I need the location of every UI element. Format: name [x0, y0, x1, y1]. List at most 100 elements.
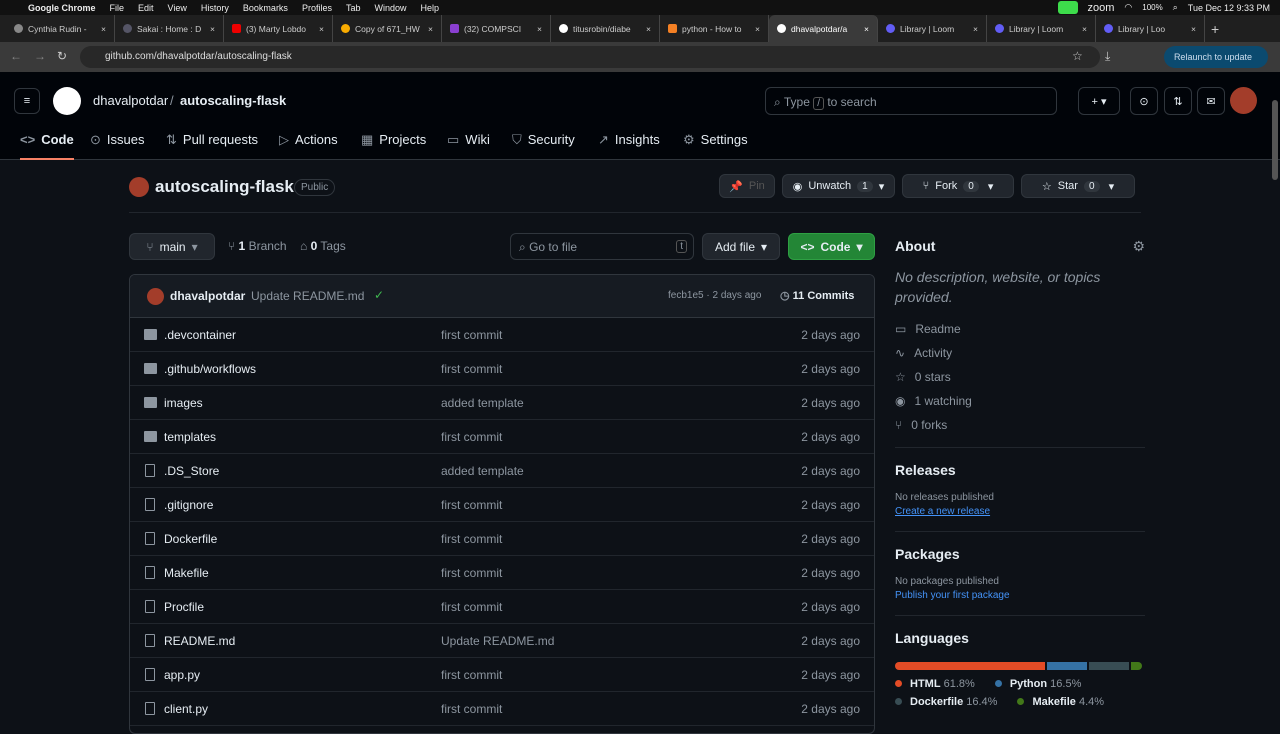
file-row[interactable]: .DS_Store added template 2 days ago [130, 454, 874, 488]
language-item[interactable]: Python 16.5% [994, 678, 1081, 690]
unwatch-button[interactable]: ◉ Unwatch 1 ▾ [782, 174, 895, 198]
inbox-icon-button[interactable]: ✉ [1197, 87, 1225, 115]
close-icon[interactable]: × [646, 24, 651, 34]
tab-settings[interactable]: ⚙ Settings [683, 132, 748, 160]
file-row[interactable]: images added template 2 days ago [130, 386, 874, 420]
file-commit-message[interactable]: first commit [441, 532, 502, 546]
language-item[interactable]: Makefile 4.4% [1017, 696, 1104, 708]
search-icon[interactable]: ⌕ [1173, 2, 1178, 13]
tab-code[interactable]: <> Code [20, 132, 74, 160]
file-commit-message[interactable]: first commit [441, 328, 502, 342]
browser-tab[interactable]: Library | Loo × [1096, 15, 1205, 42]
file-name[interactable]: Procfile [164, 600, 204, 614]
clock[interactable]: Tue Dec 12 9:33 PM [1188, 3, 1270, 13]
close-icon[interactable]: × [428, 24, 433, 34]
file-commit-message[interactable]: first commit [441, 566, 502, 580]
tags-link[interactable]: ⌂ 0 Tags [300, 239, 346, 253]
file-name[interactable]: client.py [164, 702, 208, 716]
create-new-button[interactable]: + ▾ [1078, 87, 1120, 115]
file-row[interactable]: Makefile first commit 2 days ago [130, 556, 874, 590]
close-icon[interactable]: × [101, 24, 106, 34]
file-commit-message[interactable]: first commit [441, 668, 502, 682]
zoom-status[interactable]: zoom [1088, 2, 1115, 14]
pull-requests-icon-button[interactable]: ⇅ [1164, 87, 1192, 115]
file-name[interactable]: .github/workflows [164, 362, 256, 376]
close-icon[interactable]: × [864, 24, 869, 34]
browser-tab[interactable]: Sakai : Home : D × [115, 15, 224, 42]
create-release-link[interactable]: Create a new release [895, 506, 1145, 517]
relaunch-button[interactable]: Relaunch to update [1163, 46, 1268, 68]
file-commit-message[interactable]: added template [441, 464, 524, 478]
file-name[interactable]: Makefile [164, 566, 209, 580]
browser-tab[interactable]: Copy of 671_HW × [333, 15, 442, 42]
forward-icon[interactable]: → [34, 49, 46, 63]
language-item[interactable]: HTML 61.8% [895, 678, 975, 690]
menu-tab[interactable]: Tab [346, 3, 361, 13]
back-icon[interactable]: ← [10, 49, 22, 63]
browser-tab-active[interactable]: dhavalpotdar/a × [769, 15, 878, 42]
code-button[interactable]: <> Code ▾ [788, 233, 875, 260]
browser-tab[interactable]: Cynthia Rudin - × [6, 15, 115, 42]
repo-link[interactable]: autoscaling-flask [180, 93, 286, 108]
close-icon[interactable]: × [1191, 24, 1196, 34]
download-icon[interactable]: ⤓ [1105, 49, 1110, 64]
file-name[interactable]: README.md [164, 634, 235, 648]
user-avatar[interactable] [1230, 87, 1257, 114]
releases-heading[interactable]: Releases [895, 462, 1145, 478]
file-row[interactable]: app.py first commit 2 days ago [130, 658, 874, 692]
tab-projects[interactable]: ▦ Projects [361, 132, 426, 160]
browser-tab[interactable]: (32) COMPSCI × [442, 15, 551, 42]
publish-package-link[interactable]: Publish your first package [895, 590, 1145, 601]
repo-title[interactable]: autoscaling-flask [155, 177, 294, 197]
file-commit-message[interactable]: first commit [441, 600, 502, 614]
file-row[interactable]: client.py first commit 2 days ago [130, 692, 874, 726]
commit-author[interactable]: dhavalpotdar [170, 289, 245, 303]
tab-security[interactable]: ⛉ Security [512, 132, 575, 160]
reload-icon[interactable]: ↻ [57, 49, 67, 63]
commit-hash[interactable]: fecb1e5 · 2 days ago [668, 290, 761, 301]
bookmark-star-icon[interactable]: ☆ [1072, 49, 1083, 63]
file-row[interactable]: .github/workflows first commit 2 days ag… [130, 352, 874, 386]
file-row[interactable]: README.md Update README.md 2 days ago [130, 624, 874, 658]
tab-wiki[interactable]: ▭ Wiki [447, 132, 490, 160]
file-row[interactable]: Dockerfile first commit 2 days ago [130, 522, 874, 556]
fork-button[interactable]: ⑂ Fork 0 ▾ [902, 174, 1014, 198]
tab-actions[interactable]: ▷ Actions [279, 132, 338, 160]
menu-help[interactable]: Help [420, 3, 439, 13]
activity-link[interactable]: ∿ Activity [895, 341, 1145, 365]
star-button[interactable]: ☆ Star 0 ▾ [1021, 174, 1135, 198]
tab-issues[interactable]: ⊙ Issues [90, 132, 144, 160]
file-name[interactable]: Dockerfile [164, 532, 217, 546]
file-commit-message[interactable]: first commit [441, 430, 502, 444]
close-icon[interactable]: × [210, 24, 215, 34]
menu-profiles[interactable]: Profiles [302, 3, 332, 13]
scrollbar[interactable] [1272, 100, 1278, 180]
menu-edit[interactable]: Edit [138, 3, 154, 13]
browser-tab[interactable]: python - How to × [660, 15, 769, 42]
menu-file[interactable]: File [110, 3, 125, 13]
file-row[interactable]: .devcontainer first commit 2 days ago [130, 318, 874, 352]
readme-link[interactable]: ▭ Readme [895, 317, 1145, 341]
browser-tab[interactable]: Library | Loom × [878, 15, 987, 42]
branch-select[interactable]: ⑂ main ▾ [129, 233, 215, 260]
search-input[interactable]: ⌕ Type / to search [765, 87, 1057, 115]
browser-tab[interactable]: Library | Loom × [987, 15, 1096, 42]
watching-link[interactable]: ◉ 1 watching [895, 389, 1145, 413]
file-commit-message[interactable]: added template [441, 396, 524, 410]
file-name[interactable]: templates [164, 430, 216, 444]
menu-history[interactable]: History [201, 3, 229, 13]
file-row[interactable]: .gitignore first commit 2 days ago [130, 488, 874, 522]
file-name[interactable]: .DS_Store [164, 464, 219, 478]
browser-tab[interactable]: (3) Marty Lobdo × [224, 15, 333, 42]
pin-button[interactable]: 📌 Pin [719, 174, 775, 198]
gear-icon[interactable]: ⚙ [1132, 238, 1145, 255]
language-item[interactable]: Dockerfile 16.4% [895, 696, 997, 708]
close-icon[interactable]: × [973, 24, 978, 34]
file-row[interactable]: templates first commit 2 days ago [130, 420, 874, 454]
wifi-icon[interactable]: ◠ [1124, 2, 1132, 13]
file-name[interactable]: .gitignore [164, 498, 213, 512]
tab-pull-requests[interactable]: ⇅ Pull requests [166, 132, 258, 160]
file-commit-message[interactable]: Update README.md [441, 634, 554, 648]
close-icon[interactable]: × [755, 24, 760, 34]
app-menu[interactable]: Google Chrome [28, 3, 96, 13]
